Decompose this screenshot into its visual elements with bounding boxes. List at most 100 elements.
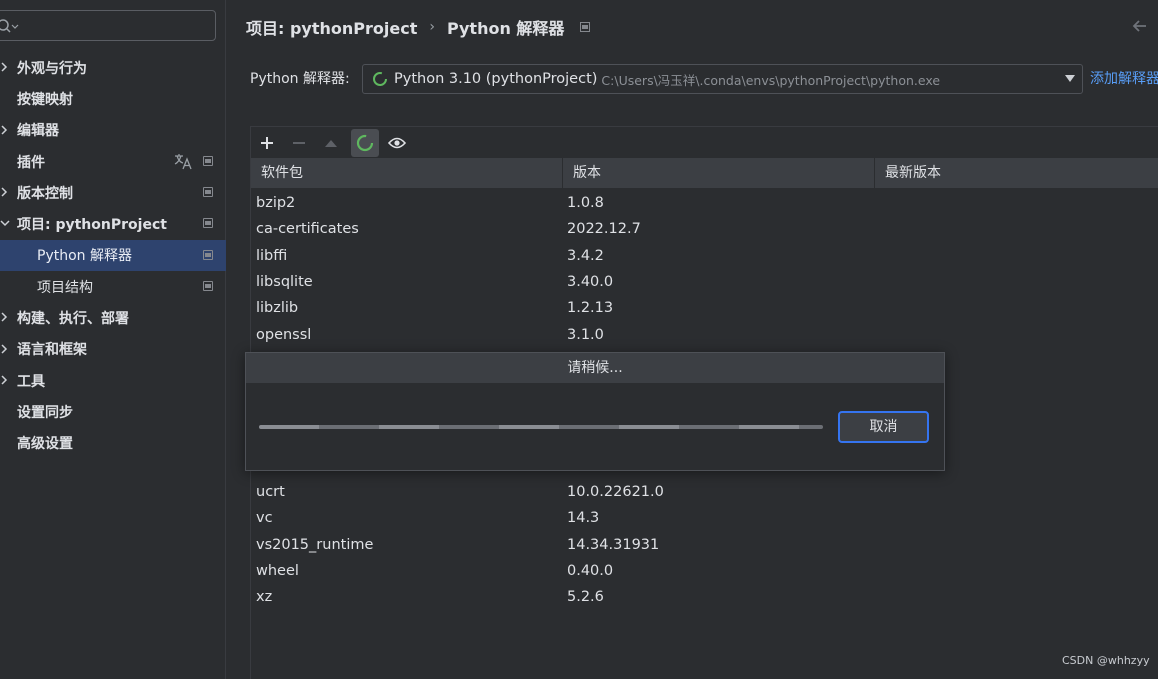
sidebar-item[interactable]: 按键映射 [0,83,226,114]
column-header-version[interactable]: 版本 [563,158,875,188]
package-row[interactable]: xz 5.2.6 [251,584,1158,610]
sidebar-item-label: 按键映射 [17,91,73,108]
settings-sidebar: 外观与行为按键映射编辑器插件版本控制项目: pythonProject Pytho… [0,0,226,679]
package-row[interactable]: libsqlite 3.40.0 [251,269,1158,295]
package-name: xz [256,589,273,606]
plus-icon [261,137,273,149]
progress-bar [259,425,823,429]
chevron-right-icon[interactable] [0,123,10,137]
sidebar-item-label: 工具 [17,373,45,390]
package-version: 0.40.0 [567,562,614,579]
sidebar-item-label: 插件 [17,154,45,171]
uninstall-package-button[interactable] [285,129,313,157]
sidebar-item[interactable]: 工具 [0,365,226,396]
package-row[interactable]: ca-certificates 2022.12.7 [251,216,1158,242]
progress-bar-fill [259,425,823,429]
package-name: libffi [256,247,288,264]
chevron-right-icon[interactable] [0,185,10,199]
package-version: 5.2.6 [567,589,604,606]
sidebar-item[interactable]: 项目: pythonProject [0,208,226,239]
sidebar-item[interactable]: 设置同步 [0,396,226,427]
arrow-up-icon [325,140,337,147]
breadcrumb-separator: › [429,19,435,35]
sidebar-item-label: 设置同步 [17,404,73,421]
package-name: bzip2 [256,195,296,211]
package-row[interactable]: openssl 3.1.0 [251,322,1158,348]
breadcrumb-project[interactable]: 项目: pythonProject [246,15,417,39]
sidebar-item-label: 构建、执行、部署 [17,311,129,328]
project-scope-icon [203,281,213,292]
chevron-down-icon[interactable] [0,216,10,230]
package-version: 3.40.0 [567,273,614,290]
package-version: 3.1.0 [567,326,604,343]
breadcrumb-page: Python 解释器 [446,19,565,38]
sidebar-item[interactable]: 语言和框架 [0,334,226,365]
install-package-button[interactable] [253,129,281,157]
sidebar-item-label: 外观与行为 [17,60,87,77]
dialog-title: 请稍候... [246,353,944,383]
loading-spinner-icon [356,134,374,152]
cancel-button[interactable]: 取消 [838,411,929,443]
package-row[interactable]: ucrt 10.0.22621.0 [251,479,1158,505]
packages-table-header: 软件包 版本 最新版本 [251,158,1158,188]
project-scope-icon [580,22,591,32]
package-row[interactable]: bzip2 1.0.8 [251,190,1158,216]
package-version: 14.34.31931 [567,536,660,553]
sidebar-item[interactable]: 插件 [0,146,226,177]
package-row[interactable]: libzlib 1.2.13 [251,295,1158,321]
package-row[interactable]: vs2015_runtime 14.34.31931 [251,532,1158,558]
package-name: ca-certificates [256,221,359,238]
interpreter-select[interactable]: Python 3.10 (pythonProject) C:\Users\冯玉祥… [362,64,1083,94]
package-version: 3.4.2 [567,247,604,264]
eye-icon [388,137,406,149]
interpreter-name: Python 3.10 (pythonProject) [394,71,598,87]
sidebar-item-label: Python 解释器 [37,248,132,265]
package-name: libzlib [256,300,299,317]
package-name: libsqlite [256,273,313,290]
project-scope-icon [203,155,213,166]
package-name: ucrt [256,484,285,500]
sidebar-item-label: 语言和框架 [17,342,87,359]
add-interpreter-link[interactable]: 添加解释器 [1090,68,1158,88]
sidebar-item[interactable]: 编辑器 [0,115,226,146]
sidebar-item[interactable]: 版本控制 [0,177,226,208]
watermark: CSDN @whhzyy [1062,654,1150,667]
sidebar-item[interactable]: Python 解释器 [0,239,226,272]
package-row[interactable]: vc 14.3 [251,505,1158,531]
interpreter-path: C:\Users\冯玉祥\.conda\envs\pythonProject\p… [601,72,941,88]
search-icon [0,19,19,33]
chevron-right-icon[interactable] [0,373,10,387]
loading-spinner-icon [373,72,387,86]
packages-toolbar [251,127,1158,158]
settings-search-input[interactable] [0,10,216,41]
refresh-button[interactable] [351,129,379,157]
package-name: vc [256,510,273,527]
show-early-releases-button[interactable] [383,129,411,157]
sidebar-item[interactable]: 外观与行为 [0,52,226,83]
chevron-down-icon[interactable] [1065,75,1075,82]
interpreter-label: Python 解释器: [250,71,350,87]
sidebar-item[interactable]: 构建、执行、部署 [0,302,226,333]
project-scope-icon [203,218,213,229]
package-version: 1.0.8 [567,195,604,211]
column-header-package[interactable]: 软件包 [251,158,563,188]
column-header-latest[interactable]: 最新版本 [875,158,1158,188]
sidebar-item[interactable]: 项目结构 [0,271,226,302]
minus-icon [293,142,305,144]
chevron-right-icon[interactable] [0,310,10,324]
package-name: vs2015_runtime [256,536,374,553]
back-arrow-icon[interactable] [1130,16,1150,36]
sidebar-item[interactable]: 高级设置 [0,428,226,459]
sidebar-item-label: 项目结构 [37,279,93,296]
chevron-right-icon[interactable] [0,60,10,74]
package-row[interactable]: libffi 3.4.2 [251,243,1158,269]
sidebar-item-label: 编辑器 [17,123,59,140]
package-version: 14.3 [567,510,600,527]
breadcrumb: 项目: pythonProject › Python 解释器 [246,14,591,40]
chevron-right-icon[interactable] [0,342,10,356]
package-name: wheel [256,562,299,579]
sidebar-item-label: 项目: pythonProject [17,217,167,234]
package-row[interactable]: wheel 0.40.0 [251,558,1158,584]
sidebar-item-label: 版本控制 [17,185,73,202]
upgrade-package-button[interactable] [317,129,345,157]
